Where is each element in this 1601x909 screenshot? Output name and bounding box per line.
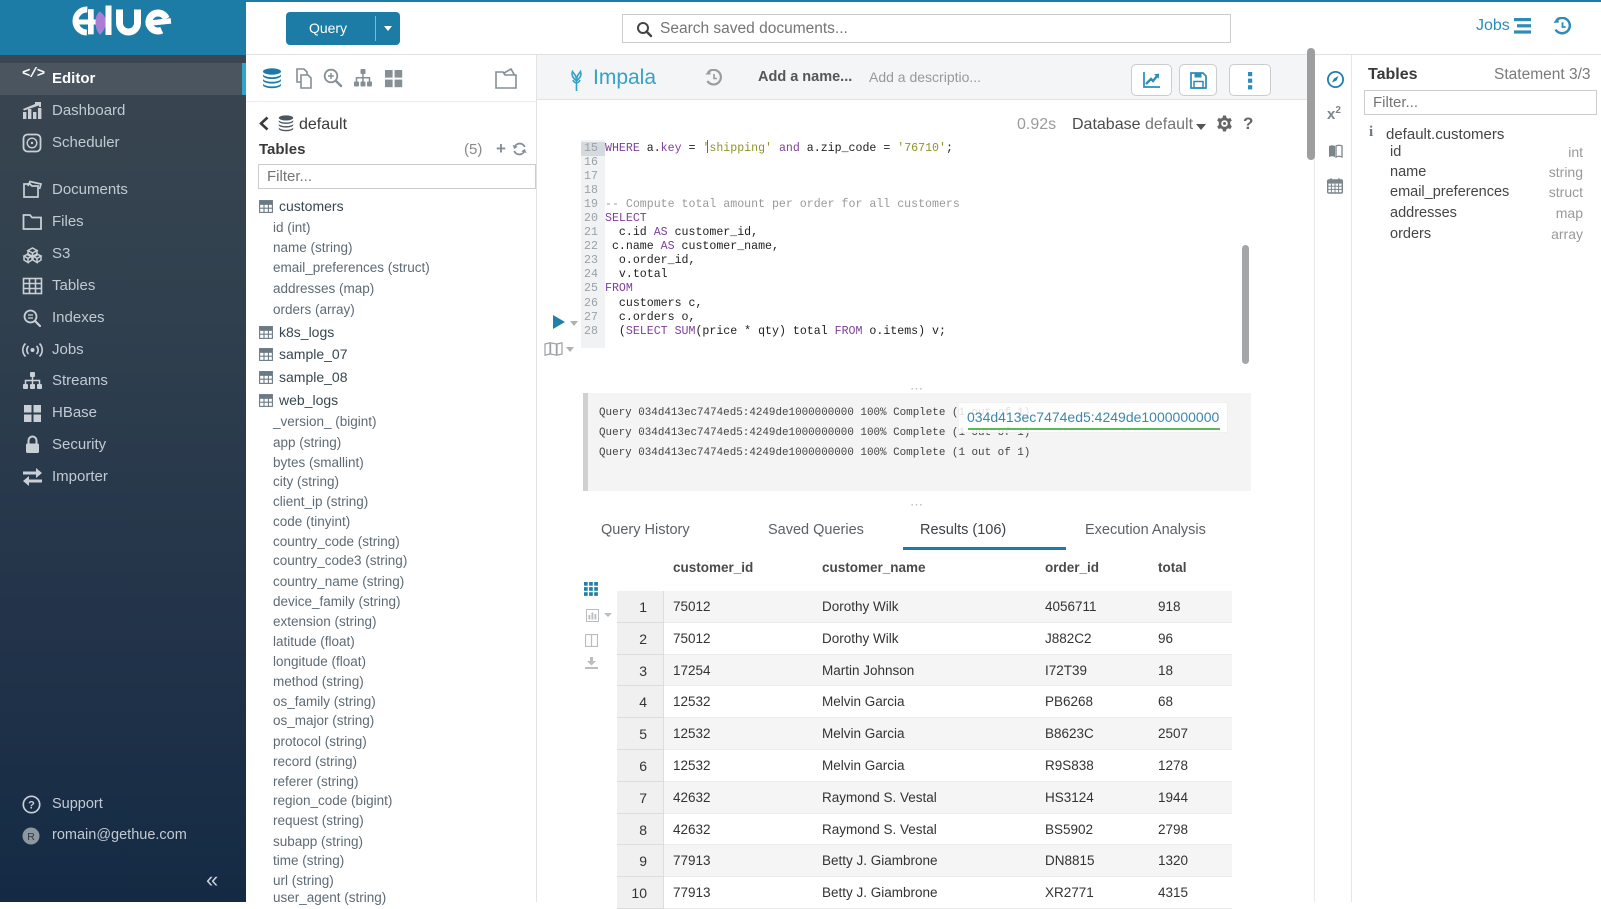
svg-text:?: ?: [28, 800, 35, 812]
svg-text:R: R: [27, 831, 35, 843]
